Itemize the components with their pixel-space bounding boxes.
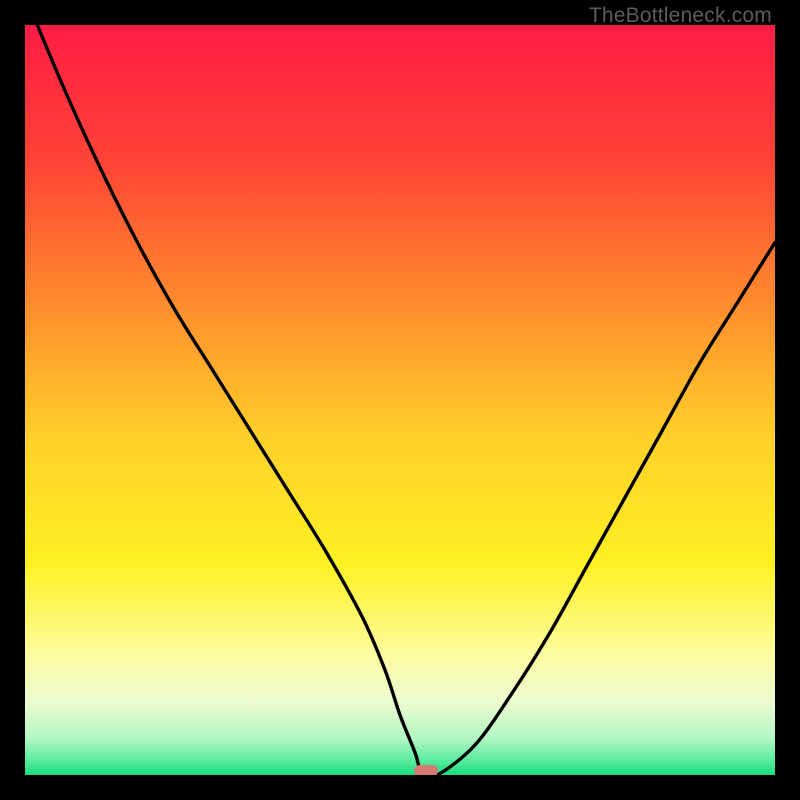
optimal-marker bbox=[414, 765, 438, 775]
watermark-label: TheBottleneck.com bbox=[589, 4, 772, 28]
chart-frame: TheBottleneck.com bbox=[0, 0, 800, 800]
bottleneck-curve bbox=[25, 25, 775, 775]
plot-area bbox=[25, 25, 775, 775]
